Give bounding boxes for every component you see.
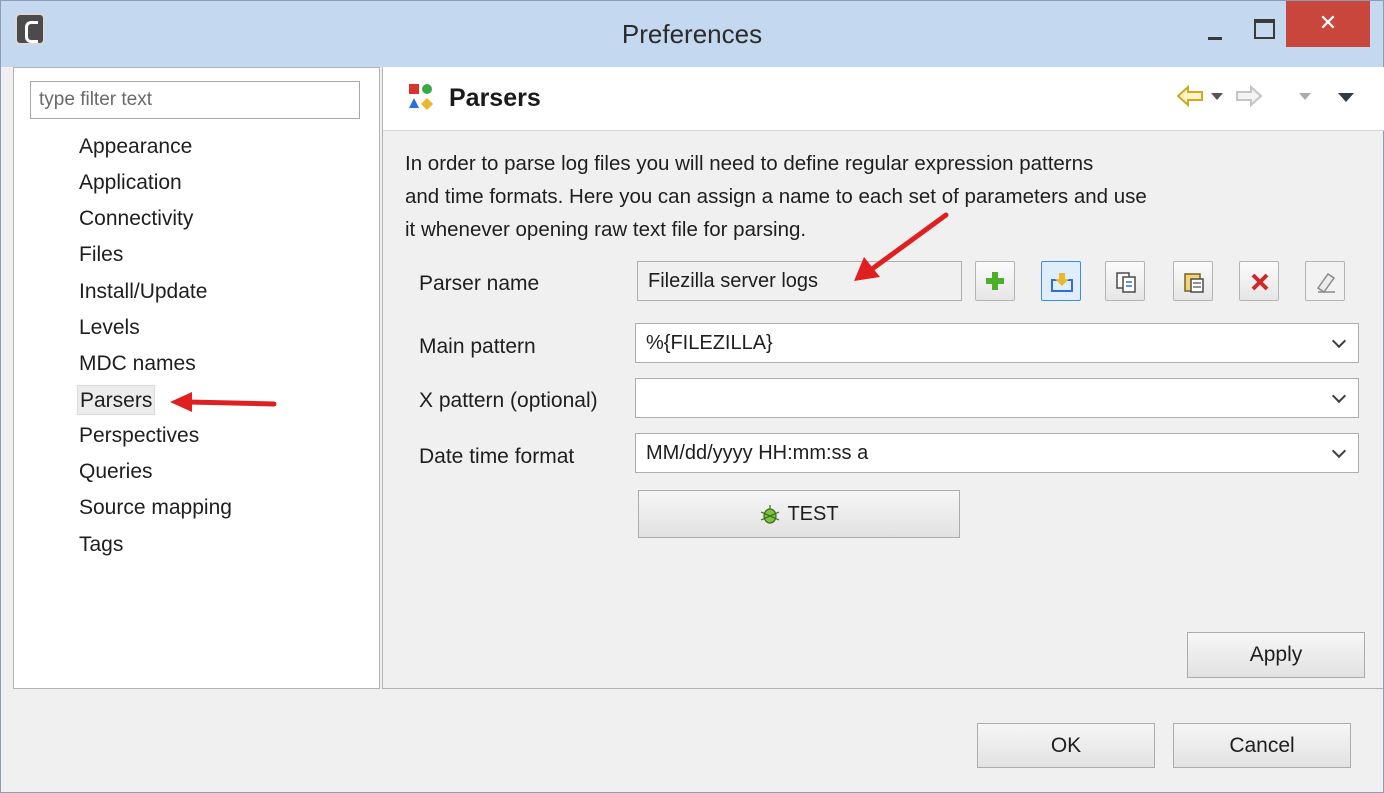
nav-item-queries[interactable]: Queries <box>77 457 155 487</box>
annotation-arrow-icon <box>854 212 949 281</box>
test-button-label: TEST <box>787 503 839 525</box>
view-menu-icon[interactable] <box>1338 93 1354 102</box>
apply-button[interactable]: Apply <box>1187 632 1365 678</box>
close-button[interactable]: ✕ <box>1286 1 1370 47</box>
delete-icon <box>1251 273 1269 291</box>
minimize-button[interactable] <box>1196 11 1236 51</box>
bug-icon <box>761 504 780 524</box>
nav-item-source-mapping[interactable]: Source mapping <box>77 493 234 523</box>
forward-history-dropdown[interactable] <box>1299 93 1311 100</box>
description-line: In order to parse log files you will nee… <box>405 152 1094 175</box>
copy-parser-button[interactable] <box>1105 261 1145 301</box>
nav-item-mdc-names[interactable]: MDC names <box>77 349 198 379</box>
nav-item-connectivity[interactable]: Connectivity <box>77 204 195 234</box>
clear-icon <box>1316 272 1336 293</box>
clear-button[interactable] <box>1305 261 1345 301</box>
add-icon <box>986 272 1004 290</box>
import-icon <box>1051 273 1073 292</box>
paste-parser-button[interactable] <box>1173 261 1213 301</box>
parser-name-label: Parser name <box>419 272 540 295</box>
ok-button[interactable]: OK <box>977 723 1155 768</box>
close-icon: ✕ <box>1318 10 1338 35</box>
nav-item-perspectives[interactable]: Perspectives <box>77 421 201 451</box>
nav-item-levels[interactable]: Levels <box>77 313 142 343</box>
nav-item-parsers[interactable]: Parsers <box>77 385 156 415</box>
main-pattern-value: %{FILEZILLA} <box>646 332 773 354</box>
page-title: Parsers <box>449 84 541 112</box>
x-pattern-combo[interactable] <box>635 378 1359 418</box>
date-time-format-label: Date time format <box>419 445 575 468</box>
paste-icon <box>1184 273 1204 293</box>
annotation-arrow-icon <box>170 392 277 412</box>
chevron-down-icon <box>1331 388 1347 404</box>
window-title: Preferences <box>621 19 763 49</box>
preferences-page: Parsers In order to parse log files you … <box>382 67 1384 689</box>
delete-parser-button[interactable] <box>1239 261 1279 301</box>
chevron-down-icon <box>1331 333 1347 349</box>
nav-item-files[interactable]: Files <box>77 240 125 270</box>
date-time-format-value: MM/dd/yyyy HH:mm:ss a <box>646 442 869 464</box>
main-pattern-label: Main pattern <box>419 335 536 358</box>
nav-item-appearance[interactable]: Appearance <box>77 132 194 162</box>
preferences-nav: Appearance Application Connectivity File… <box>13 67 380 689</box>
cancel-button[interactable]: Cancel <box>1173 723 1351 768</box>
title-bar: Preferences ✕ <box>1 1 1383 67</box>
import-parser-button[interactable] <box>1041 261 1081 301</box>
nav-item-install-update[interactable]: Install/Update <box>77 277 209 307</box>
parsers-icon <box>409 84 433 110</box>
back-arrow-icon[interactable] <box>1176 84 1204 108</box>
nav-item-tags[interactable]: Tags <box>77 530 125 560</box>
add-parser-button[interactable] <box>975 261 1015 301</box>
nav-item-application[interactable]: Application <box>77 168 184 198</box>
x-pattern-label: X pattern (optional) <box>419 389 598 412</box>
back-history-dropdown[interactable] <box>1211 93 1223 100</box>
date-time-format-combo[interactable]: MM/dd/yyyy HH:mm:ss a <box>635 433 1359 473</box>
forward-arrow-icon[interactable] <box>1235 84 1263 108</box>
page-header: Parsers <box>383 67 1384 131</box>
preferences-window: Preferences ✕ Appearance Application Con… <box>0 0 1384 793</box>
filter-input[interactable] <box>30 81 360 119</box>
test-button[interactable]: TEST <box>638 490 960 538</box>
maximize-button[interactable] <box>1243 11 1283 51</box>
copy-icon <box>1116 272 1136 293</box>
chevron-down-icon <box>1331 443 1347 459</box>
main-pattern-combo[interactable]: %{FILEZILLA} <box>635 323 1359 363</box>
